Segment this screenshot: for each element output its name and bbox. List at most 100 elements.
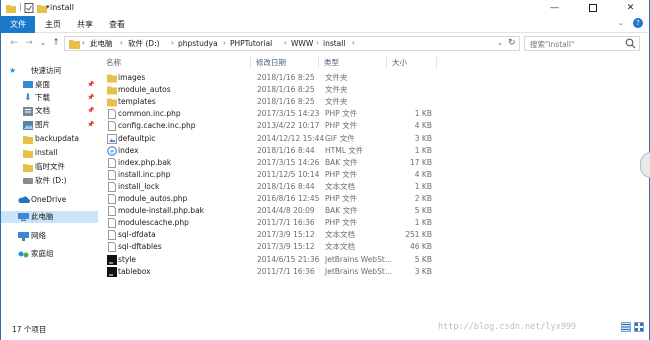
file-size: 46 KB bbox=[410, 242, 432, 252]
forward-button[interactable]: → bbox=[22, 36, 36, 50]
file-row[interactable]: modulescache.php 2011/7/1 16:36 PHP 文件 1 KB bbox=[106, 217, 446, 229]
column-header-date[interactable]: 修改日期 bbox=[251, 56, 319, 69]
maximize-button[interactable] bbox=[579, 0, 606, 16]
file-type: JetBrains WebSt... bbox=[325, 254, 392, 264]
file-name: images bbox=[118, 73, 146, 82]
breadcrumb-install[interactable]: install bbox=[323, 37, 345, 50]
quick-access-star-icon: ★ bbox=[9, 66, 17, 75]
details-view-button[interactable] bbox=[621, 322, 631, 332]
file-row[interactable]: tablebox 2011/7/1 16:36 JetBrains WebSt...… bbox=[106, 266, 446, 278]
nav-drive-d[interactable]: 软件 (D:) bbox=[1, 175, 98, 187]
refresh-icon[interactable]: ↻ bbox=[508, 37, 516, 50]
file-size: 17 KB bbox=[410, 157, 432, 167]
nav-quick-access[interactable]: ★ 快速访问 bbox=[1, 65, 98, 77]
window-title: install bbox=[50, 3, 74, 12]
nav-downloads[interactable]: ⬇ 下载 📌 bbox=[1, 92, 98, 104]
folder-icon bbox=[23, 150, 33, 158]
file-size: 3 KB bbox=[414, 133, 432, 143]
column-header-name[interactable]: 名称 bbox=[101, 56, 251, 69]
file-icon bbox=[108, 242, 116, 253]
nav-backupdata[interactable]: backupdata bbox=[1, 133, 98, 145]
file-row[interactable]: images 2018/1/16 8:25 文件夹 bbox=[106, 72, 446, 84]
breadcrumb-phpstudya[interactable]: phpstudya bbox=[178, 37, 218, 50]
breadcrumb-phptutorial[interactable]: PHPTutorial bbox=[230, 37, 272, 50]
breadcrumb-drive-d[interactable]: 软件 (D:) bbox=[128, 37, 160, 50]
file-date: 2018/1/16 8:25 bbox=[257, 73, 315, 82]
file-row[interactable]: module-install.php.bak 2014/4/8 20:09 BAK … bbox=[106, 205, 446, 217]
properties-icon[interactable] bbox=[24, 3, 34, 13]
file-name: install_lock bbox=[118, 181, 160, 191]
file-size: 1 KB bbox=[414, 145, 432, 155]
file-icon bbox=[108, 230, 116, 241]
nav-onedrive[interactable]: OneDrive bbox=[1, 194, 98, 206]
recent-locations-button[interactable]: ⌄ bbox=[36, 36, 50, 50]
breadcrumb-www[interactable]: WWW bbox=[291, 37, 313, 50]
minimize-button[interactable]: — bbox=[541, 0, 568, 16]
file-row[interactable]: install.inc.php 2011/12/5 10:14 PHP 文件 4 KB bbox=[106, 169, 446, 181]
nav-desktop[interactable]: 桌面 📌 bbox=[1, 79, 98, 91]
file-row[interactable]: module_autos.php 2016/8/16 12:45 PHP 文件 2 K… bbox=[106, 193, 446, 205]
folder-icon bbox=[107, 86, 117, 95]
address-bar[interactable]: › 此电脑 › 软件 (D:) › phpstudya › PHPTutoria… bbox=[64, 36, 520, 51]
jetbrains-file-icon bbox=[107, 266, 117, 277]
nav-install[interactable]: install bbox=[1, 147, 98, 159]
tab-home[interactable]: 主页 bbox=[39, 16, 67, 33]
search-box[interactable]: 搜索"install" bbox=[524, 36, 640, 51]
address-dropdown-icon[interactable]: ⌄ bbox=[497, 37, 503, 50]
back-arrow-icon: ← bbox=[10, 38, 18, 48]
title-bar: | ▾ install — ✕ bbox=[1, 0, 649, 16]
file-date: 2016/8/16 12:45 bbox=[257, 194, 320, 203]
nav-pictures[interactable]: 图片 📌 bbox=[1, 119, 98, 131]
file-row[interactable]: common.inc.php 2017/3/15 14:23 PHP 文件 1 KB bbox=[106, 108, 446, 120]
folder-icon bbox=[6, 5, 16, 13]
file-row[interactable]: templates 2018/1/16 8:25 文件夹 bbox=[106, 96, 446, 108]
file-size: 4 KB bbox=[414, 121, 432, 131]
column-header-type[interactable]: 类型 bbox=[319, 56, 387, 69]
tab-view[interactable]: 查看 bbox=[103, 16, 131, 33]
back-button[interactable]: ← bbox=[7, 36, 21, 50]
jetbrains-file-icon bbox=[107, 254, 117, 265]
search-placeholder: 搜索"install" bbox=[530, 40, 575, 49]
file-name: module_autos bbox=[118, 85, 171, 95]
breadcrumb-separator-icon: › bbox=[223, 39, 226, 47]
ribbon-expand-icon[interactable]: ⌄ bbox=[618, 19, 624, 27]
file-row[interactable]: module_autos 2018/1/16 8:25 文件夹 bbox=[106, 84, 446, 96]
chevron-down-icon: ⌄ bbox=[40, 39, 46, 47]
file-type: 文件夹 bbox=[325, 85, 348, 95]
file-icon bbox=[108, 194, 116, 204]
file-row[interactable]: sql-dftables 2017/3/9 15:12 文本文档 46 KB bbox=[106, 241, 446, 253]
file-date: 2017/3/15 14:23 bbox=[257, 109, 320, 119]
file-row[interactable]: e index 2018/1/16 8:44 HTML 文件 1 KB bbox=[106, 145, 446, 157]
document-icon bbox=[23, 107, 33, 116]
file-row[interactable]: index.php.bak 2017/3/15 14:26 BAK 文件 17 KB bbox=[106, 157, 446, 169]
breadcrumb-this-pc[interactable]: 此电脑 bbox=[90, 37, 113, 50]
file-row[interactable]: defaultpic 2014/12/12 15:44 GIF 文件 3 KB bbox=[106, 133, 446, 145]
file-type: JetBrains WebSt... bbox=[325, 266, 392, 276]
file-type: 文件夹 bbox=[325, 97, 348, 107]
file-row[interactable]: install_lock 2018/1/16 8:44 文本文档 1 KB bbox=[106, 181, 446, 193]
file-row[interactable]: config.cache.inc.php 2013/4/22 10:17 PHP 文… bbox=[106, 120, 446, 132]
quick-access-dropdown-icon[interactable]: ▾ bbox=[46, 3, 50, 13]
help-icon[interactable]: ? bbox=[633, 18, 643, 28]
file-row[interactable]: style 2014/6/15 21:36 JetBrains WebSt... 5 … bbox=[106, 254, 446, 266]
column-header-size[interactable]: 大小 bbox=[387, 56, 437, 69]
file-icon bbox=[108, 109, 116, 120]
tab-share[interactable]: 共享 bbox=[71, 16, 99, 33]
close-button[interactable]: ✕ bbox=[617, 0, 644, 16]
breadcrumb-separator-icon: › bbox=[120, 39, 123, 47]
file-name: sql-dftables bbox=[118, 242, 162, 252]
nav-documents[interactable]: 文档 📌 bbox=[1, 105, 98, 117]
file-type: 文本文档 bbox=[325, 181, 355, 191]
file-type: PHP 文件 bbox=[325, 121, 358, 131]
tab-file[interactable]: 文件 bbox=[1, 16, 35, 33]
nav-this-pc[interactable]: 此电脑 bbox=[1, 211, 98, 223]
cloud-icon bbox=[18, 196, 30, 203]
close-icon: ✕ bbox=[626, 3, 635, 13]
large-icons-view-button[interactable] bbox=[634, 322, 644, 332]
nav-network[interactable]: 网络 bbox=[1, 230, 98, 242]
up-button[interactable]: ↑ bbox=[49, 36, 63, 50]
nav-temp-files[interactable]: 临时文件 bbox=[1, 161, 98, 173]
file-row[interactable]: sql-dfdata 2017/3/9 15:12 文本文档 251 KB bbox=[106, 229, 446, 241]
download-icon: ⬇ bbox=[24, 93, 32, 103]
nav-homegroup[interactable]: 家庭组 bbox=[1, 248, 98, 260]
